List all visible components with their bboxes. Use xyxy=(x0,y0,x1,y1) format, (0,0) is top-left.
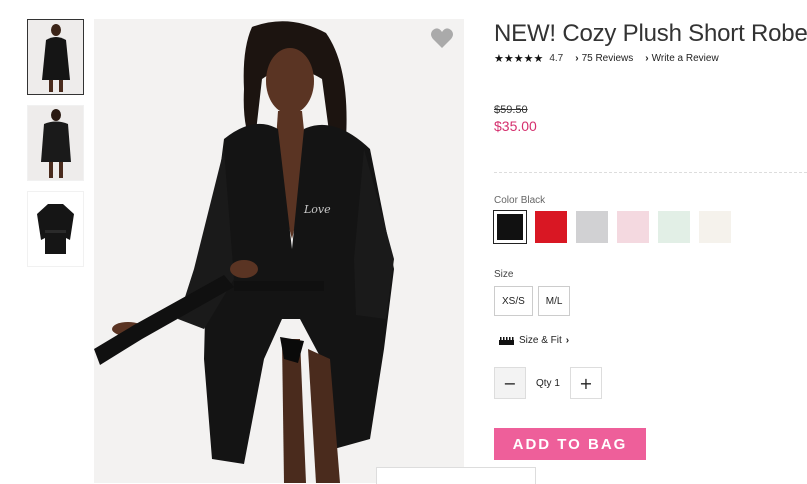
size-label: Size xyxy=(494,269,514,280)
chevron-right-icon: › xyxy=(645,53,649,64)
ruler-icon xyxy=(499,336,514,345)
quantity-value: 1 xyxy=(554,377,560,389)
color-label: Color Black xyxy=(494,195,545,206)
color-swatch-ivory[interactable] xyxy=(699,211,731,243)
thumbnail-flat[interactable] xyxy=(27,191,84,267)
rating-value: 4.7 xyxy=(549,53,564,64)
color-swatch-red[interactable] xyxy=(535,211,567,243)
overlay-card xyxy=(376,467,536,484)
reviews-link-label: 75 Reviews xyxy=(581,53,634,64)
thumbnail-back[interactable] xyxy=(27,105,84,181)
quantity-increase-button[interactable]: + xyxy=(569,367,602,399)
chevron-right-icon: › xyxy=(565,335,570,346)
thumbnail-flat-image xyxy=(28,192,83,266)
color-swatch-mint[interactable] xyxy=(658,211,690,243)
thumbnail-front-image xyxy=(28,20,83,94)
star-rating-icon: ★★★★★ xyxy=(494,53,544,65)
thumbnail-gallery xyxy=(27,19,84,277)
quantity-decrease-button[interactable]: − xyxy=(494,367,526,399)
product-title: NEW! Cozy Plush Short Robe xyxy=(494,20,807,47)
quantity-label: Qty xyxy=(536,377,552,389)
thumbnail-back-image xyxy=(28,106,83,180)
color-swatch-pink[interactable] xyxy=(617,211,649,243)
color-swatches xyxy=(493,210,731,244)
thumbnail-front[interactable] xyxy=(27,19,84,95)
favorite-heart-icon[interactable] xyxy=(430,27,454,49)
size-fit-label: Size & Fit xyxy=(519,335,562,346)
model-photo: Love xyxy=(94,19,464,483)
product-main-image[interactable]: Love xyxy=(94,19,464,483)
chevron-right-icon: › xyxy=(575,53,579,64)
divider xyxy=(494,172,807,173)
color-swatch-grey[interactable] xyxy=(576,211,608,243)
svg-text:Love: Love xyxy=(303,203,331,216)
original-price: $59.50 xyxy=(494,104,528,116)
color-label-text: Color xyxy=(494,195,518,206)
write-review-label: Write a Review xyxy=(651,53,719,64)
size-option-m-l[interactable]: M/L xyxy=(537,286,571,316)
reviews-link[interactable]: › 75 Reviews xyxy=(575,53,633,64)
size-fit-link[interactable]: Size & Fit › xyxy=(499,335,569,346)
size-options: XS/S M/L xyxy=(494,286,571,316)
write-review-link[interactable]: › Write a Review xyxy=(645,53,718,64)
add-to-bag-button[interactable]: ADD TO BAG xyxy=(494,428,646,460)
sale-price: $35.00 xyxy=(494,118,537,134)
rating-row: ★★★★★ 4.7 › 75 Reviews › Write a Review xyxy=(494,52,807,65)
quantity-display: Qty 1 xyxy=(536,378,560,389)
product-info: NEW! Cozy Plush Short Robe ★★★★★ 4.7 › 75… xyxy=(494,20,807,65)
quantity-stepper: − Qty 1 + xyxy=(494,367,602,399)
size-option-xs-s[interactable]: XS/S xyxy=(494,286,533,316)
color-swatch-black[interactable] xyxy=(493,210,527,244)
selected-color-name: Black xyxy=(520,195,546,206)
